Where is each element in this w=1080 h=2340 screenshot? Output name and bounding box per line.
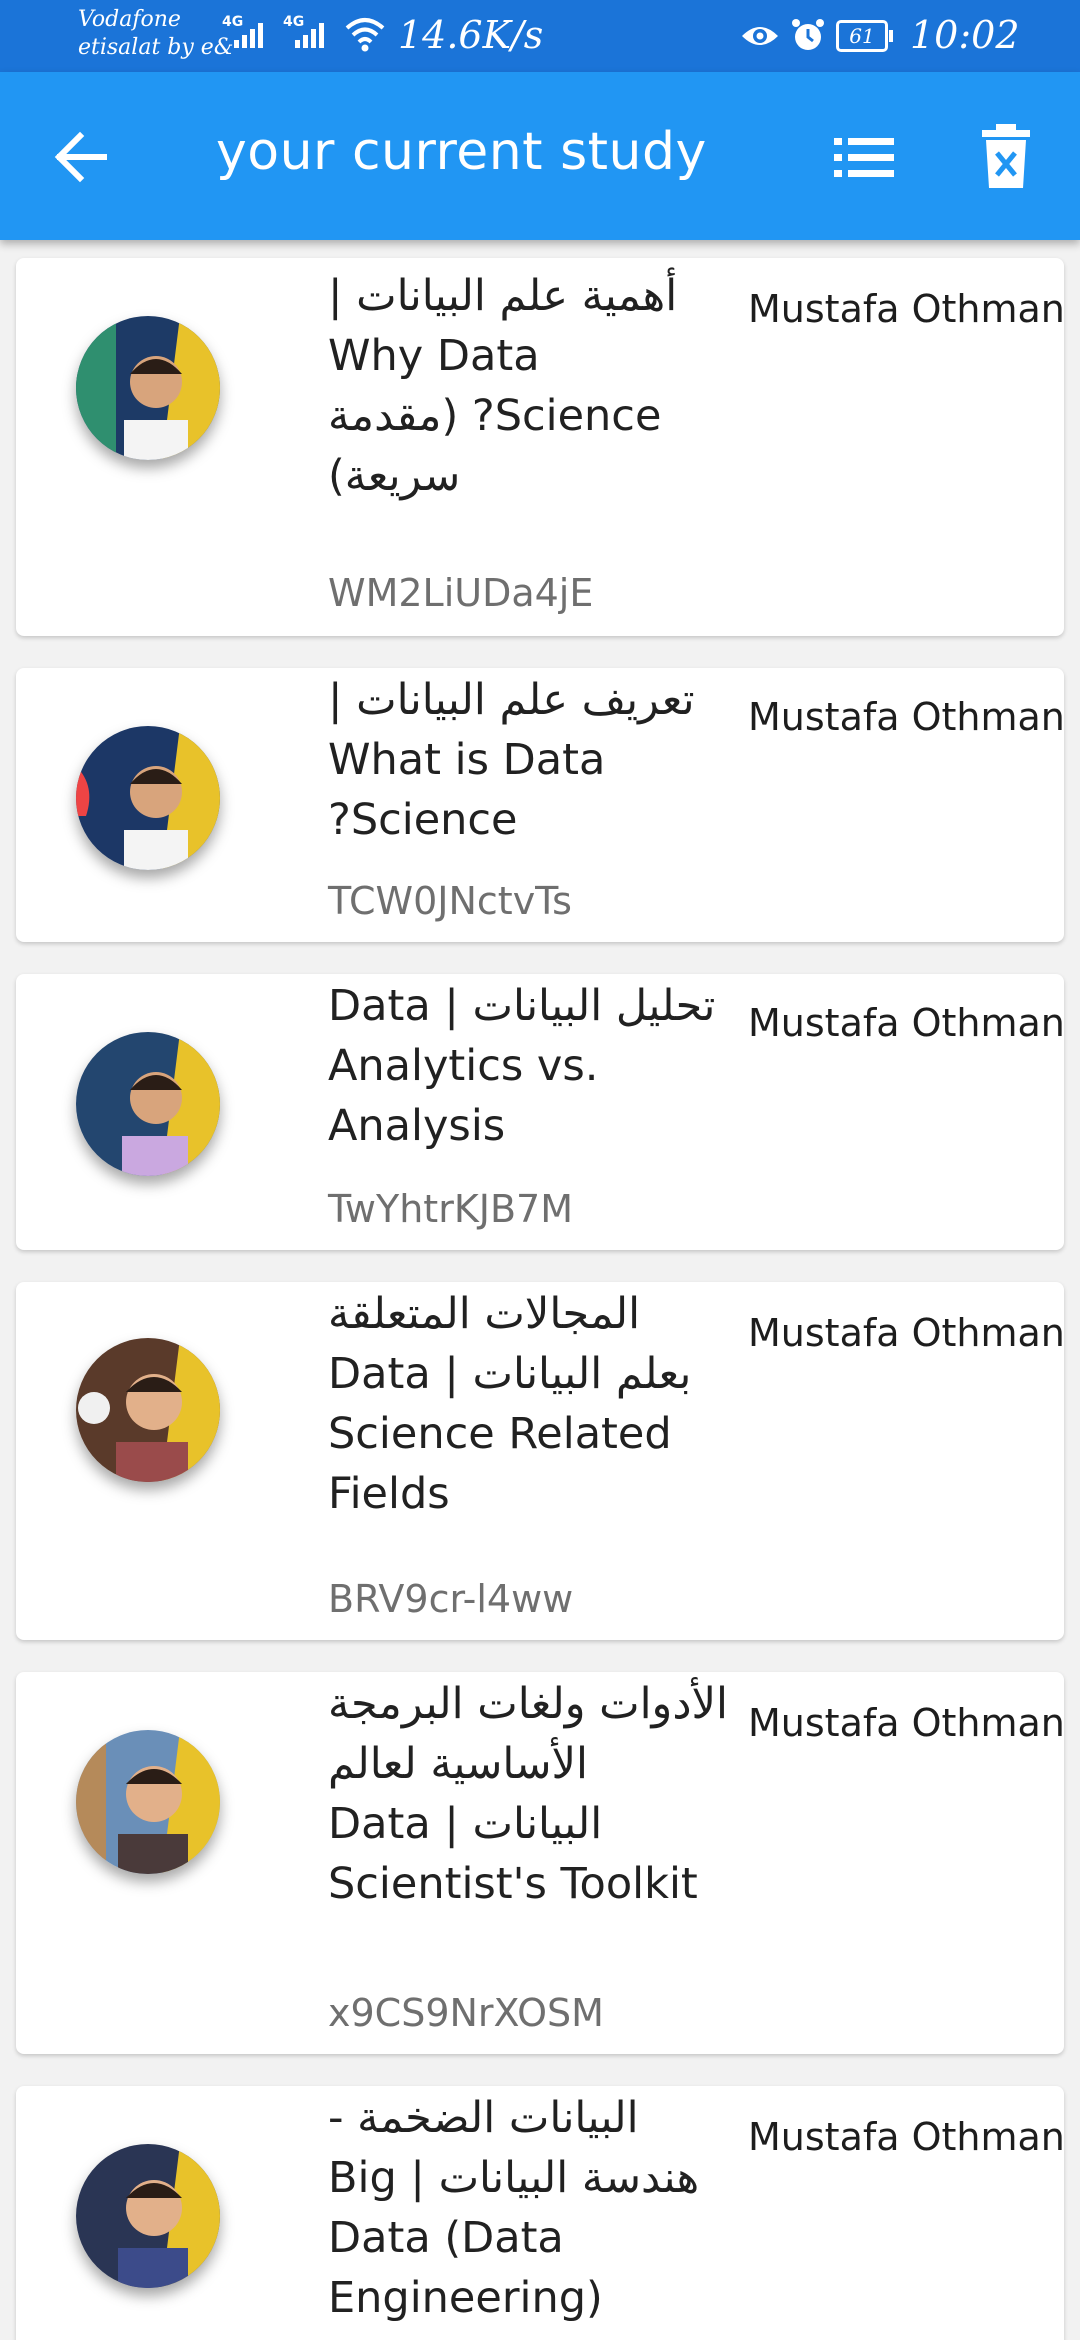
list-item[interactable]: تعريف علم البيانات | What is Data Scienc… [16,668,1065,942]
video-id: x9CS9NrXOSM [328,1991,604,2035]
avatar [76,2144,220,2288]
signal-icon: 4G [222,14,272,54]
list-item[interactable]: الأدوات ولغات البرمجة الأساسية لعالم الب… [16,1672,1065,2054]
video-title: تعريف علم البيانات | What is Data Scienc… [328,675,695,845]
avatar [76,726,220,870]
video-id: BRV9cr-l4ww [328,1577,574,1621]
list-icon[interactable] [832,130,896,186]
video-title: المجالات المتعلقة بعلم البيانات | Data S… [328,1289,692,1519]
video-title: أهمية علم البيانات | Why Data Science? (… [328,271,678,501]
avatar [76,1338,220,1482]
author-name: Mustafa Othman [748,1701,1065,1745]
clock: 10:02 [910,13,1020,57]
author-name: Mustafa Othman [748,1001,1065,1045]
page-title: your current study [216,122,707,182]
arrow-left-icon[interactable] [48,124,114,190]
alarm-icon [792,19,824,50]
list-item[interactable]: البيانات الضخمة - هندسة البيانات | Big D… [16,2086,1065,2340]
author-name: Mustafa Othman [748,1311,1065,1355]
video-list: أهمية علم البيانات | Why Data Science? (… [0,240,1080,2340]
author-name: Mustafa Othman [748,2115,1065,2159]
trash-icon[interactable] [978,122,1034,192]
video-title: الأدوات ولغات البرمجة الأساسية لعالم الب… [328,1679,728,1909]
avatar [76,316,220,460]
video-title: تحليل البيانات | Data Analytics vs. Anal… [328,981,716,1151]
video-id: TwYhtrKJB7M [328,1187,573,1231]
list-item[interactable]: أهمية علم البيانات | Why Data Science? (… [16,258,1065,636]
wifi-icon [345,18,385,52]
signal-icon: 4G [283,14,333,54]
video-id: WM2LiUDa4jE [328,571,594,615]
carrier-label: Vodafone etisalat by e& [78,7,234,60]
eye-icon [742,27,778,45]
network-speed: 14.6K/s [398,13,544,57]
status-bar: Vodafone etisalat by e& 4G 4G 14.6K/s 61… [0,0,1080,72]
app-bar: your current study [0,72,1080,240]
avatar [76,1032,220,1176]
list-item[interactable]: تحليل البيانات | Data Analytics vs. Anal… [16,974,1065,1250]
author-name: Mustafa Othman [748,695,1065,739]
author-name: Mustafa Othman [748,287,1065,331]
video-id: TCW0JNctvTs [328,879,572,923]
video-title: البيانات الضخمة - هندسة البيانات | Big D… [328,2093,700,2323]
avatar [76,1730,220,1874]
list-item[interactable]: المجالات المتعلقة بعلم البيانات | Data S… [16,1282,1065,1640]
battery-icon: 61 [836,20,893,52]
